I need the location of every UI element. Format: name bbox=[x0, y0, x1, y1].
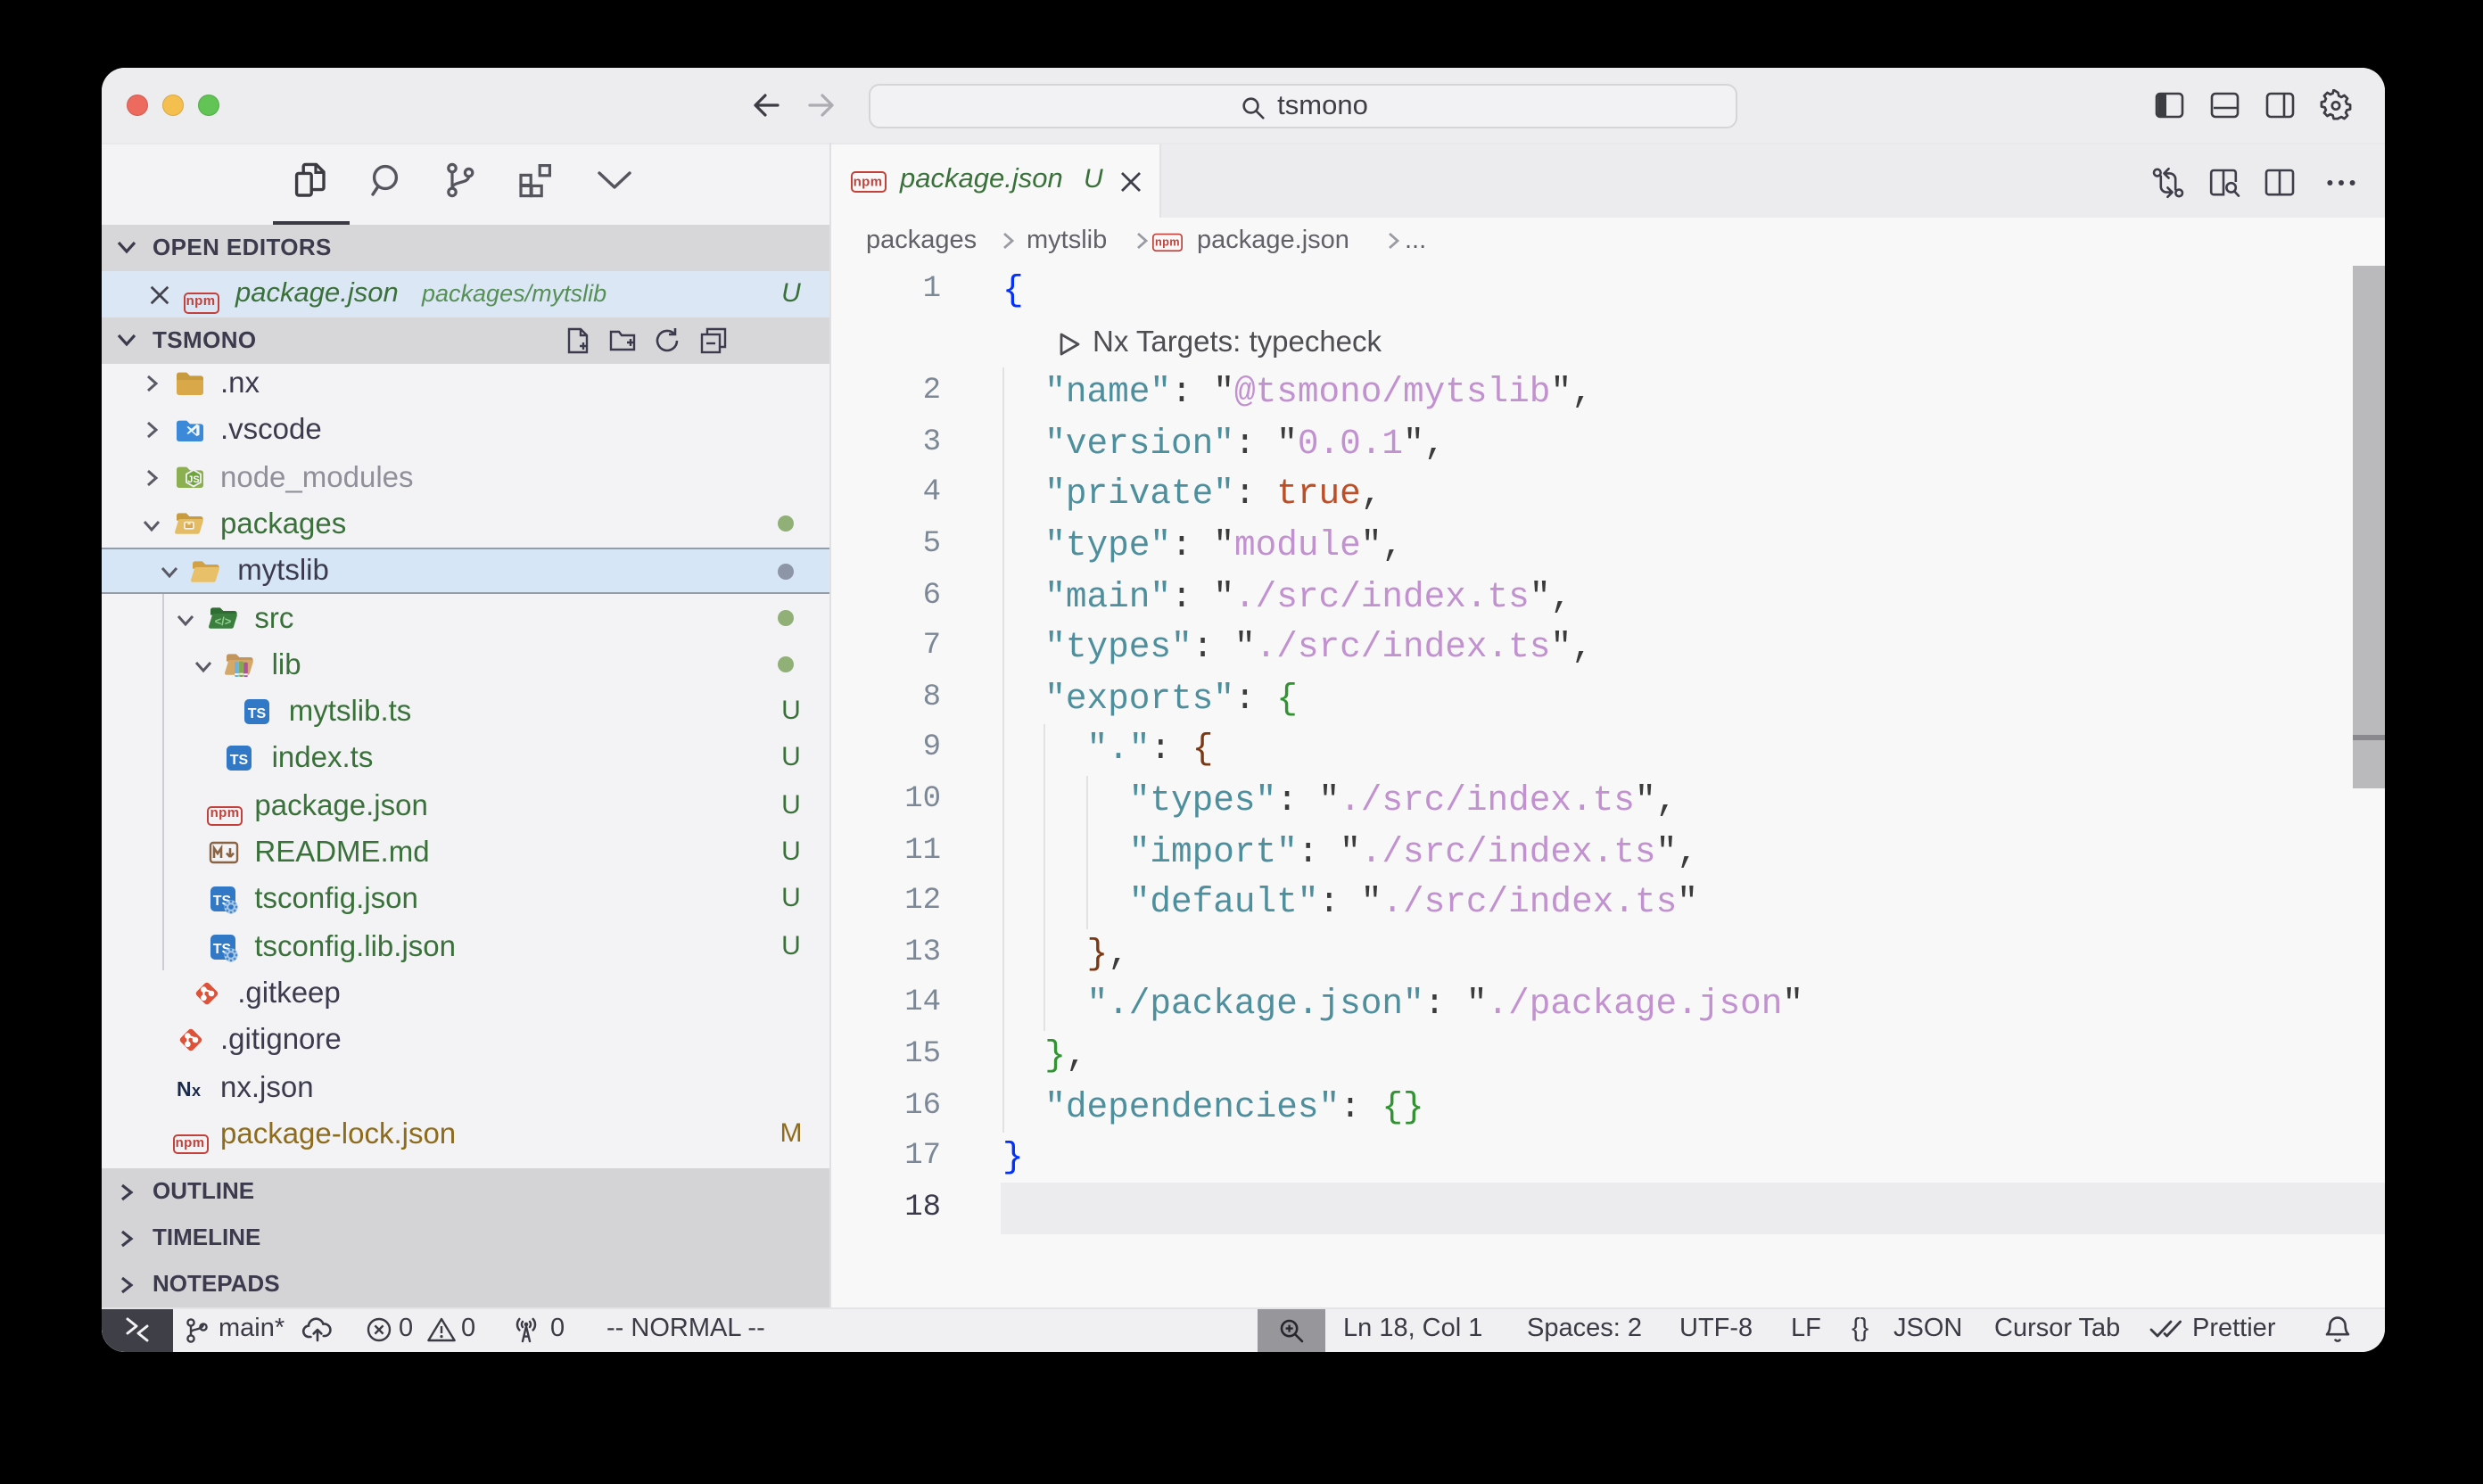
svg-text:x: x bbox=[191, 1081, 200, 1099]
svg-text:</>: </> bbox=[214, 614, 231, 628]
svg-text:JS: JS bbox=[186, 474, 198, 485]
svg-text:TS: TS bbox=[230, 754, 249, 769]
svg-text:TS: TS bbox=[248, 706, 267, 721]
svg-text:N: N bbox=[176, 1076, 191, 1100]
